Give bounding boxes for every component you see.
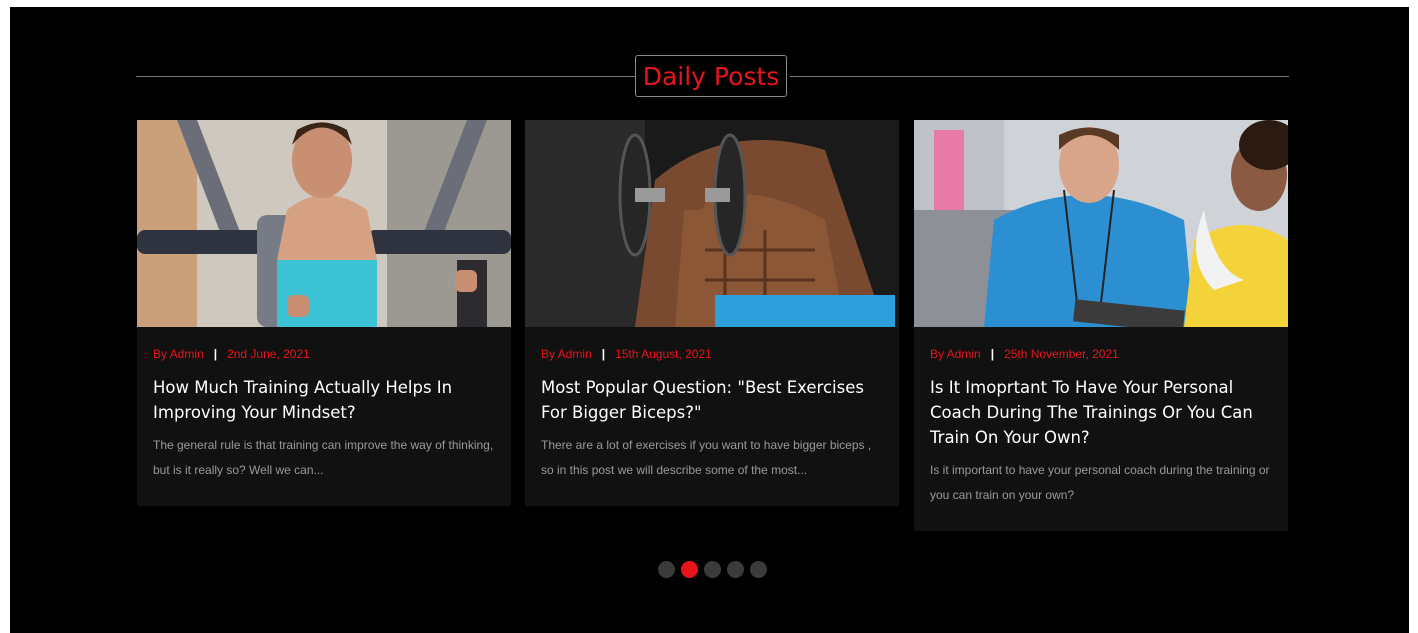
- carousel-dot-4[interactable]: [727, 561, 744, 578]
- post-excerpt: The general rule is that training can im…: [153, 438, 494, 477]
- section-title: Daily Posts: [635, 55, 787, 97]
- post-image-coach-and-client[interactable]: [914, 120, 1288, 327]
- post-excerpt: Is it important to have your personal co…: [930, 463, 1270, 502]
- post-meta: By Admin | 15th August, 2021: [525, 327, 899, 361]
- post-excerpt: There are a lot of exercises if you want…: [541, 438, 872, 477]
- carousel-dot-2[interactable]: [681, 561, 698, 578]
- carousel-pagination: [658, 561, 767, 578]
- title-divider-right: [790, 76, 1289, 77]
- title-divider-left: [136, 76, 636, 77]
- meta-separator: |: [601, 347, 606, 361]
- meta-separator: |: [990, 347, 995, 361]
- post-image-woman-gym-machine[interactable]: [137, 120, 511, 327]
- section-header: Daily Posts: [136, 55, 1289, 101]
- post-meta: By Admin | 25th November, 2021: [914, 327, 1288, 361]
- post-author[interactable]: By Admin: [541, 347, 592, 361]
- post-image-man-dumbbell[interactable]: [525, 120, 899, 327]
- post-title[interactable]: How Much Training Actually Helps In Impr…: [153, 375, 495, 425]
- post-date[interactable]: 15th August, 2021: [615, 347, 712, 361]
- post-date[interactable]: 25th November, 2021: [1004, 347, 1119, 361]
- post-date[interactable]: 2nd June, 2021: [227, 347, 310, 361]
- carousel-dot-1[interactable]: [658, 561, 675, 578]
- post-card[interactable]: By Admin | 25th November, 2021 Is It Imopr…: [914, 120, 1288, 531]
- post-card[interactable]: By Admin | 15th August, 2021 Most Popular …: [525, 120, 899, 506]
- post-author[interactable]: By Admin: [930, 347, 981, 361]
- post-title[interactable]: Is It Imoprtant To Have Your Personal Co…: [930, 375, 1272, 450]
- daily-posts-section: Daily Posts By Admin | 2nd June, 2021 How …: [10, 7, 1409, 633]
- post-meta: By Admin | 2nd June, 2021: [137, 327, 511, 361]
- post-author[interactable]: By Admin: [153, 347, 204, 361]
- carousel-dot-3[interactable]: [704, 561, 721, 578]
- post-title[interactable]: Most Popular Question: "Best Exercises F…: [541, 375, 883, 425]
- post-card[interactable]: By Admin | 2nd June, 2021 How Much Trainin…: [137, 120, 511, 506]
- carousel-dot-5[interactable]: [750, 561, 767, 578]
- meta-separator: |: [213, 347, 218, 361]
